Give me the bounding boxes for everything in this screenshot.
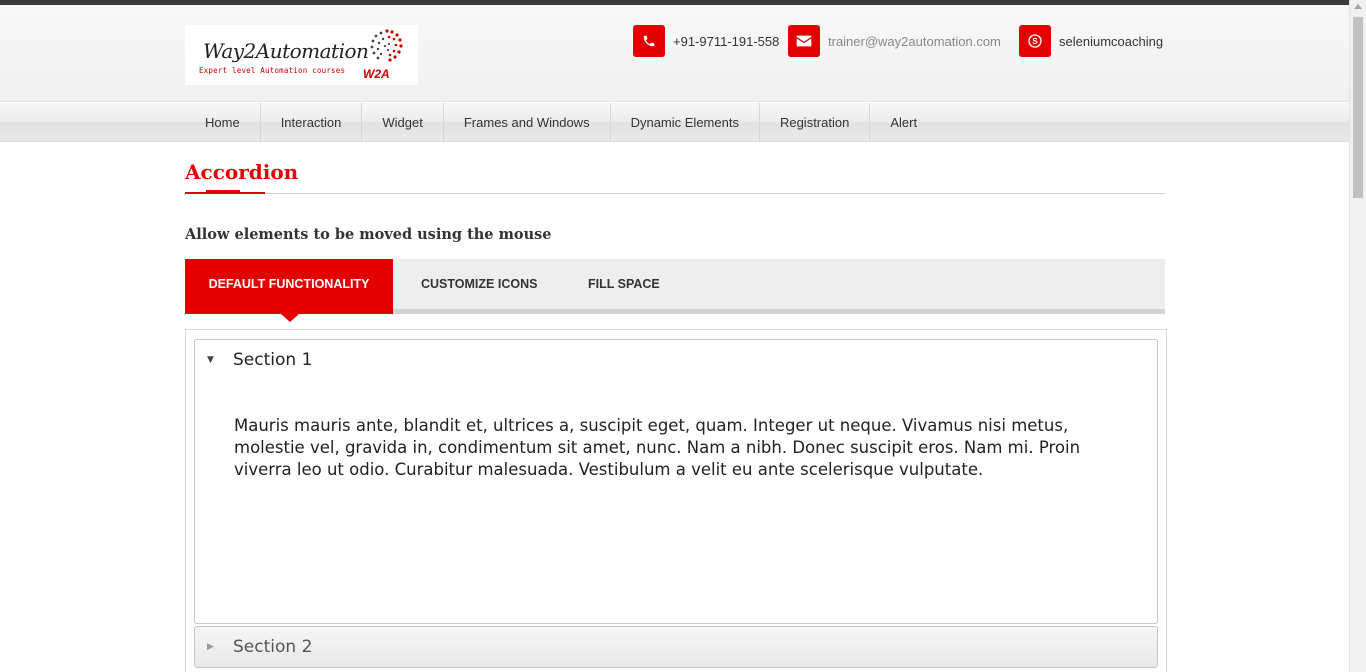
phone-icon	[633, 25, 665, 57]
page-scrollbar[interactable]	[1349, 0, 1366, 672]
scroll-thumb[interactable]	[1353, 17, 1363, 198]
nav-item-home[interactable]: Home	[185, 103, 261, 142]
contact-email-address[interactable]: trainer@way2automation.com	[828, 34, 1001, 49]
nav-item-registration[interactable]: Registration	[760, 103, 871, 142]
site-header: Way2Automation Expert level Automation c…	[0, 5, 1349, 102]
active-tab-caret	[281, 314, 299, 322]
nav-item-interaction[interactable]: Interaction	[261, 103, 363, 142]
contact-phone: +91-9711-191-558	[633, 25, 779, 57]
brand-logo[interactable]: Way2Automation Expert level Automation c…	[185, 25, 418, 85]
demo-tabs: DEFAULT FUNCTIONALITY CUSTOMIZE ICONS FI…	[185, 259, 1165, 322]
envelope-icon	[788, 25, 820, 57]
tab-fill-space[interactable]: FILL SPACE	[588, 259, 660, 309]
accordion-panel-section-1: Mauris mauris ante, blandit et, ultrices…	[194, 380, 1158, 624]
skype-icon: S	[1019, 25, 1051, 57]
page-subtitle: Allow elements to be moved using the mou…	[185, 226, 552, 243]
tab-customize-icons[interactable]: CUSTOMIZE ICONS	[421, 259, 537, 309]
contact-email[interactable]: trainer@way2automation.com	[788, 25, 1001, 57]
demo-frame: ▼ Section 1 Mauris mauris ante, blandit …	[185, 329, 1167, 672]
scroll-up-arrow-icon[interactable]	[1354, 4, 1362, 9]
accordion-panel-text: Mauris mauris ante, blandit et, ultrices…	[234, 416, 1081, 479]
nav-item-frames-and-windows[interactable]: Frames and Windows	[444, 103, 611, 142]
nav-item-widget[interactable]: Widget	[362, 103, 444, 142]
brand-tagline: Expert level Automation courses	[199, 66, 346, 75]
nav-item-alert[interactable]: Alert	[870, 103, 937, 142]
logo-dots-icon	[370, 29, 403, 62]
accordion-header-section-2[interactable]: ▶ Section 2	[194, 626, 1158, 668]
page-title: Accordion	[185, 160, 299, 184]
accordion-header-label: Section 1	[233, 350, 313, 370]
brand-name: Way2Automation	[203, 39, 369, 63]
triangle-right-icon: ▶	[207, 642, 214, 652]
triangle-down-icon: ▼	[207, 355, 214, 365]
brand-mark: W2A	[363, 67, 390, 81]
title-underline-accent	[206, 190, 240, 194]
contact-phone-number: +91-9711-191-558	[673, 33, 780, 49]
accordion-header-section-1[interactable]: ▼ Section 1	[194, 339, 1158, 381]
accordion-header-label: Section 2	[233, 637, 313, 657]
contact-skype-id: seleniumcoaching	[1059, 33, 1164, 49]
contact-skype: S seleniumcoaching	[1019, 25, 1163, 57]
svg-text:S: S	[1032, 37, 1038, 46]
nav-item-dynamic-elements[interactable]: Dynamic Elements	[611, 103, 760, 142]
tab-default-functionality[interactable]: DEFAULT FUNCTIONALITY	[185, 259, 393, 314]
title-divider	[185, 193, 1165, 194]
main-nav: Home Interaction Widget Frames and Windo…	[0, 103, 1349, 142]
